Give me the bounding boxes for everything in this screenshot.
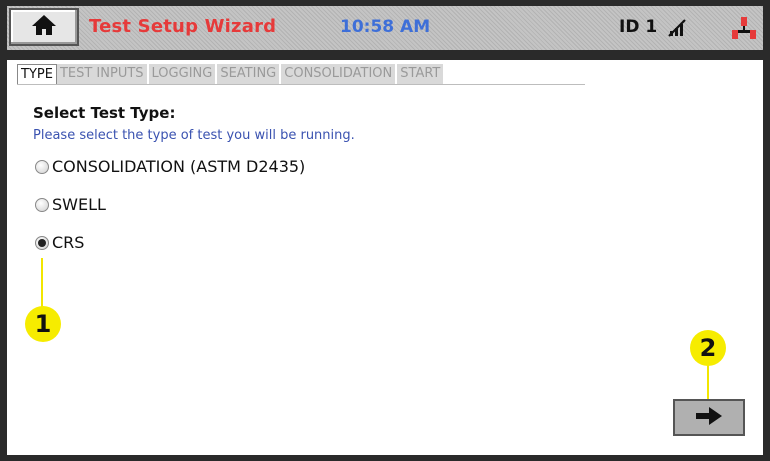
no-signal-icon [667, 18, 689, 42]
callout-1: 1 [25, 306, 61, 342]
home-button[interactable] [9, 8, 79, 46]
callout-2-leader [707, 365, 709, 401]
tab-seating[interactable]: SEATING [217, 64, 282, 84]
window-frame: Test Setup Wizard 10:58 AM ID 1 TYPE TES… [0, 0, 770, 461]
option-consolidation[interactable]: CONSOLIDATION (ASTM D2435) [35, 157, 305, 176]
home-icon [31, 14, 57, 40]
option-label: SWELL [52, 195, 106, 214]
callout-2: 2 [690, 330, 726, 366]
header-bar: Test Setup Wizard 10:58 AM ID 1 [7, 6, 763, 50]
instruction-text: Please select the type of test you will … [33, 128, 355, 143]
callout-1-leader [41, 258, 43, 308]
option-label: CRS [52, 233, 85, 252]
tab-start[interactable]: START [397, 64, 446, 84]
tab-divider [17, 84, 585, 85]
next-button[interactable] [673, 399, 745, 436]
clock: 10:58 AM [340, 17, 431, 37]
option-label: CONSOLIDATION (ASTM D2435) [52, 157, 306, 176]
radio-button[interactable] [35, 197, 49, 212]
tab-consolidation[interactable]: CONSOLIDATION [281, 64, 398, 84]
page-title: Test Setup Wizard [89, 16, 277, 37]
option-crs[interactable]: CRS [35, 233, 84, 252]
radio-button-selected[interactable] [35, 235, 49, 250]
network-icon [731, 16, 757, 44]
radio-button[interactable] [35, 159, 49, 174]
tab-type[interactable]: TYPE [17, 64, 57, 84]
wizard-panel: TYPE TEST INPUTS LOGGING SEATING CONSOLI… [7, 60, 763, 455]
tab-logging[interactable]: LOGGING [148, 64, 218, 84]
arrow-right-icon [695, 406, 723, 430]
tab-bar: TYPE TEST INPUTS LOGGING SEATING CONSOLI… [17, 64, 446, 84]
option-swell[interactable]: SWELL [35, 195, 106, 214]
device-id: ID 1 [619, 17, 658, 37]
section-heading: Select Test Type: [33, 104, 176, 122]
tab-test-inputs[interactable]: TEST INPUTS [56, 64, 149, 84]
